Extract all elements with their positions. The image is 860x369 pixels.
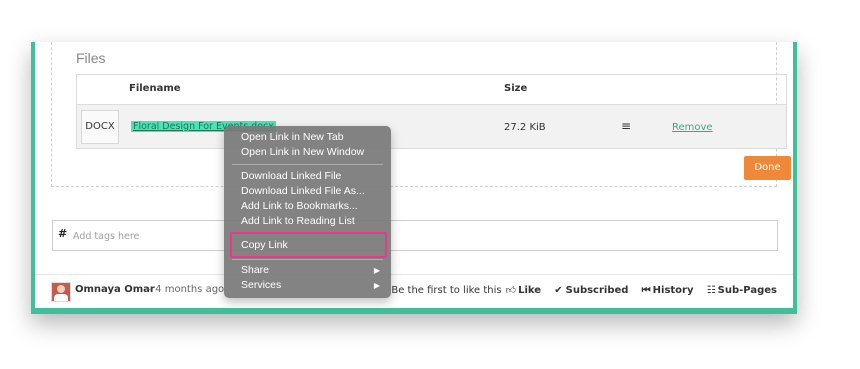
avatar-body-shape: [54, 294, 68, 301]
menu-item-download-linked-file[interactable]: Download Linked File: [241, 170, 341, 182]
file-size: 27.2 KiB: [504, 122, 546, 133]
tags-input[interactable]: [71, 225, 755, 247]
subpages-button[interactable]: Sub-Pages: [718, 285, 777, 296]
menu-item-add-to-bookmarks[interactable]: Add Link to Bookmarks...: [241, 200, 358, 212]
modified-time: – 4 months ago: [147, 284, 225, 295]
hash-icon: #: [58, 227, 68, 240]
menu-separator: [232, 259, 383, 260]
done-button[interactable]: Done: [744, 156, 791, 180]
files-title: Files: [76, 50, 106, 66]
column-header-filename: Filename: [129, 83, 181, 94]
avatar[interactable]: [51, 282, 71, 302]
page-actions: Be the first to like this 👍︎ Like ✔ Subscri…: [385, 284, 777, 296]
drag-handle-icon[interactable]: ≡: [621, 119, 631, 133]
history-icon: ⏮︎: [641, 285, 651, 296]
menu-item-add-to-reading-list[interactable]: Add Link to Reading List: [241, 215, 355, 227]
menu-item-download-linked-file-as[interactable]: Download Linked File As...: [241, 185, 365, 197]
like-button[interactable]: Like: [518, 285, 541, 296]
page-footer: Omnaya Omar – 4 months ago Be the first …: [35, 274, 793, 307]
menu-item-share[interactable]: Share: [241, 264, 269, 276]
attachments-area: Files Filename Size DOCX Floral Design F…: [51, 42, 791, 187]
column-header-size: Size: [504, 83, 528, 94]
files-table: Filename Size DOCX Floral Design For Eve…: [76, 74, 787, 149]
like-prompt: Be the first to like this: [391, 285, 502, 296]
menu-item-services[interactable]: Services: [241, 279, 281, 291]
table-row: DOCX Floral Design For Events.docx 27.2 …: [77, 105, 786, 148]
avatar-head-shape: [57, 285, 65, 293]
sitemap-icon: ☷: [706, 285, 716, 296]
author-name[interactable]: Omnaya Omar: [75, 284, 155, 295]
menu-item-open-new-window[interactable]: Open Link in New Window: [241, 146, 364, 158]
history-button[interactable]: History: [653, 285, 694, 296]
menu-item-open-new-tab[interactable]: Open Link in New Tab: [241, 131, 344, 143]
menu-separator: [232, 164, 383, 165]
submenu-arrow-icon: ▶: [373, 266, 380, 275]
file-type-badge: DOCX: [81, 110, 119, 144]
tags-field[interactable]: #: [52, 220, 778, 251]
check-icon: ✔: [554, 285, 563, 296]
content-panel: Files Filename Size DOCX Floral Design F…: [35, 42, 793, 308]
submenu-arrow-icon: ▶: [373, 281, 380, 290]
remove-link[interactable]: Remove: [672, 122, 713, 133]
subscribed-button[interactable]: Subscribed: [566, 285, 629, 296]
thumbs-up-icon: 👍︎: [505, 285, 517, 296]
files-table-header: Filename Size: [77, 75, 786, 105]
menu-item-copy-link[interactable]: Copy Link: [241, 239, 288, 251]
context-menu: Open Link in New Tab Open Link in New Wi…: [224, 126, 391, 298]
page-frame: Files Filename Size DOCX Floral Design F…: [31, 42, 797, 314]
